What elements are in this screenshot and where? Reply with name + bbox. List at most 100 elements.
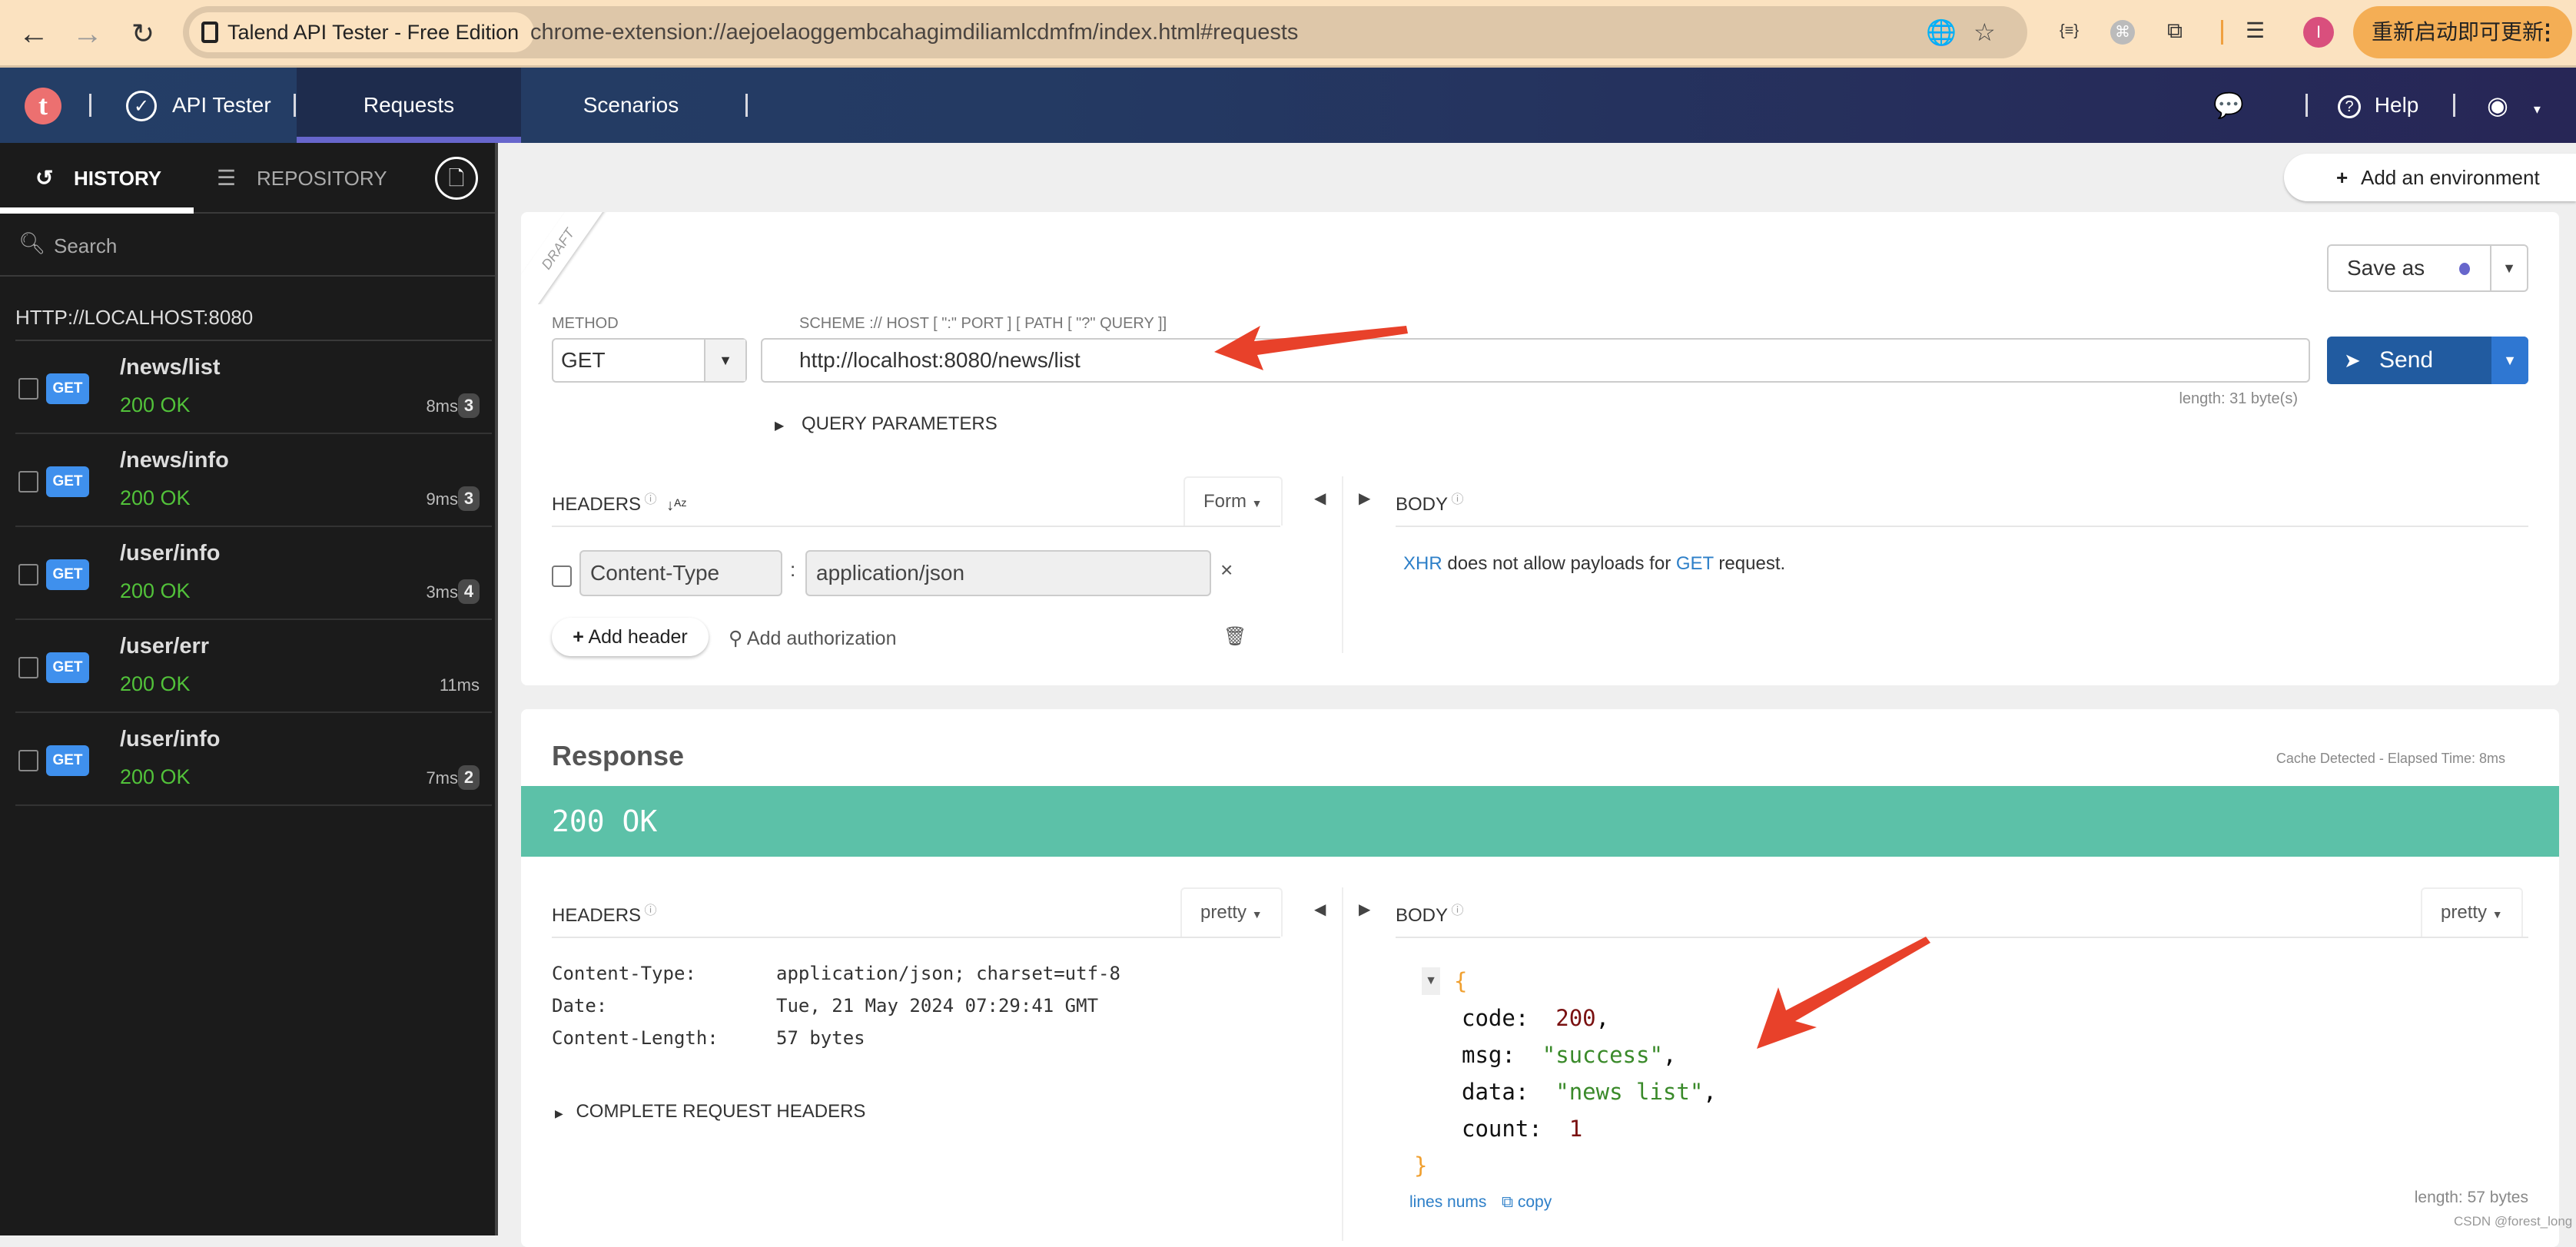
- history-item[interactable]: GET /news/list 200 OK 8ms 3: [0, 341, 495, 434]
- site-info-chip[interactable]: Talend API Tester - Free Edition: [189, 12, 535, 52]
- send-button[interactable]: ➤ Send ▼: [2327, 337, 2528, 384]
- response-headers-mode-select[interactable]: pretty ▼: [1180, 887, 1283, 937]
- save-as-button[interactable]: Save as ▼: [2327, 244, 2528, 292]
- json-value: "news list": [1555, 1079, 1704, 1105]
- cmd-ext-icon[interactable]: ⌘: [2110, 20, 2135, 45]
- sort-az-icon[interactable]: ↓ᴬᶻ: [666, 497, 686, 514]
- toolbar-divider: [2221, 20, 2223, 45]
- history-item[interactable]: GET /user/info 200 OK 3ms 4: [0, 527, 495, 620]
- json-open-brace: {: [1454, 968, 1468, 994]
- history-checkbox[interactable]: [18, 564, 38, 585]
- history-checkbox[interactable]: [18, 657, 38, 678]
- json-field: data: "news list",: [1462, 1073, 1717, 1110]
- panel-divider[interactable]: [1342, 887, 1343, 1241]
- profile-avatar[interactable]: I: [2303, 17, 2334, 48]
- method-badge: GET: [46, 559, 89, 590]
- add-authorization-button[interactable]: ⚲ Add authorization: [729, 627, 896, 650]
- copy-button[interactable]: ⧉ copy: [1502, 1193, 1552, 1212]
- history-checkbox[interactable]: [18, 378, 38, 400]
- more-icon[interactable]: ⋮: [2537, 6, 2558, 58]
- add-header-button[interactable]: + Add header: [552, 618, 709, 656]
- json-value: 200: [1555, 1005, 1596, 1031]
- response-header-value: 57 bytes: [776, 1027, 865, 1049]
- chevron-down-icon[interactable]: ▼: [2491, 337, 2528, 384]
- tab-requests[interactable]: Requests: [297, 68, 521, 143]
- tab-repository[interactable]: ☰ REPOSITORY: [217, 143, 387, 214]
- address-bar[interactable]: Talend API Tester - Free Edition chrome-…: [183, 6, 2027, 58]
- history-path: /news/info: [120, 448, 229, 473]
- header-divider: [294, 94, 296, 117]
- collapse-right-icon[interactable]: ▶: [1359, 489, 1370, 508]
- trash-icon[interactable]: 🗑: [1223, 625, 1247, 648]
- new-document-icon[interactable]: 🗋: [435, 157, 478, 200]
- host-group-label[interactable]: HTTP://LOCALHOST:8080: [15, 306, 253, 330]
- translate-icon[interactable]: 🌐: [1926, 17, 1957, 48]
- back-icon[interactable]: ←: [14, 14, 54, 54]
- response-header-key: Date:: [552, 995, 608, 1017]
- history-item[interactable]: GET /news/info 200 OK 9ms 3: [0, 434, 495, 527]
- header-key-input[interactable]: Content-Type: [579, 550, 782, 596]
- puzzle-ext-icon[interactable]: ⧉: [2167, 15, 2183, 46]
- reading-list-icon[interactable]: ☰: [2246, 15, 2265, 46]
- json-collapse-toggle[interactable]: ▼: [1422, 967, 1440, 995]
- chevron-down-icon[interactable]: ▼: [704, 340, 745, 381]
- update-button[interactable]: 重新启动即可更新 ⋮: [2353, 6, 2572, 58]
- history-item[interactable]: GET /user/info 200 OK 7ms 2: [0, 713, 495, 806]
- search-input[interactable]: [54, 229, 469, 263]
- user-icon: ◉: [2487, 91, 2508, 119]
- url-input[interactable]: http://localhost:8080/news/list: [761, 338, 2310, 383]
- help-icon[interactable]: ⓘ: [1448, 904, 1463, 917]
- chevron-down-icon: ▼: [1251, 497, 1263, 509]
- reload-icon[interactable]: ↻: [123, 14, 163, 54]
- method-badge: GET: [46, 373, 89, 404]
- history-count-badge: 2: [458, 765, 480, 790]
- panel-divider[interactable]: [1342, 476, 1343, 653]
- history-checkbox[interactable]: [18, 750, 38, 771]
- star-icon[interactable]: ☆: [1973, 17, 1996, 48]
- history-checkbox[interactable]: [18, 471, 38, 492]
- search-bar: 🔍︎: [0, 215, 495, 277]
- feedback-icon[interactable]: 💬: [2213, 86, 2244, 124]
- get-link[interactable]: GET: [1676, 553, 1714, 574]
- query-parameters-toggle[interactable]: ▶ QUERY PARAMETERS: [775, 413, 998, 435]
- api-tester-icon: ✓: [126, 91, 157, 121]
- help-icon[interactable]: ⓘ: [1448, 493, 1463, 506]
- draft-label: DRAFT: [521, 212, 611, 304]
- complete-request-headers-toggle[interactable]: ▶ COMPLETE REQUEST HEADERS: [555, 1101, 865, 1123]
- remove-header-icon[interactable]: ×: [1220, 558, 1233, 582]
- tab-history[interactable]: ↺ HISTORY: [0, 143, 194, 214]
- add-header-label: Add header: [588, 626, 688, 648]
- add-environment-button[interactable]: + Add an environment: [2284, 154, 2576, 201]
- xhr-link[interactable]: XHR: [1403, 553, 1442, 574]
- forward-icon[interactable]: →: [68, 14, 108, 54]
- body-message: XHR does not allow payloads for GET requ…: [1403, 553, 1785, 575]
- body-message-end: request.: [1713, 553, 1786, 574]
- history-count-badge: 3: [458, 393, 480, 418]
- chevron-down-icon[interactable]: ▼: [2490, 246, 2527, 290]
- copy-label: copy: [1517, 1193, 1552, 1211]
- tab-scenarios[interactable]: Scenarios: [521, 68, 741, 143]
- headers-mode-select[interactable]: Form ▼: [1183, 476, 1283, 526]
- collapse-left-icon[interactable]: ◀: [1314, 489, 1326, 508]
- header-value-input[interactable]: application/json: [805, 550, 1211, 596]
- header-enable-checkbox[interactable]: [552, 565, 572, 587]
- json-ext-icon[interactable]: {≡}: [2060, 15, 2079, 46]
- history-item[interactable]: GET /user/err 200 OK 11ms: [0, 620, 495, 713]
- url-text[interactable]: chrome-extension://aejoelaoggembcahagimd…: [530, 6, 1298, 58]
- paper-plane-icon: ➤: [2344, 349, 2361, 372]
- user-menu-button[interactable]: ◉ ▾: [2487, 86, 2541, 124]
- talend-logo: t: [25, 88, 61, 124]
- line-numbers-toggle[interactable]: lines nums: [1409, 1193, 1486, 1212]
- help-icon[interactable]: ⓘ: [641, 904, 656, 917]
- json-field: code: 200,: [1462, 1000, 1609, 1036]
- method-select[interactable]: GET ▼: [552, 338, 747, 383]
- add-authorization-label: Add authorization: [746, 628, 897, 649]
- response-body-title: BODY ⓘ: [1396, 900, 1463, 927]
- help-icon[interactable]: ⓘ: [641, 493, 656, 506]
- unsaved-dot-icon: [2459, 263, 2470, 275]
- response-body-mode-select[interactable]: pretty ▼: [2421, 887, 2523, 937]
- response-headers-title: HEADERS ⓘ: [552, 900, 656, 927]
- collapse-right-icon[interactable]: ▶: [1359, 900, 1370, 919]
- help-button[interactable]: ? Help: [2338, 86, 2418, 124]
- collapse-left-icon[interactable]: ◀: [1314, 900, 1326, 919]
